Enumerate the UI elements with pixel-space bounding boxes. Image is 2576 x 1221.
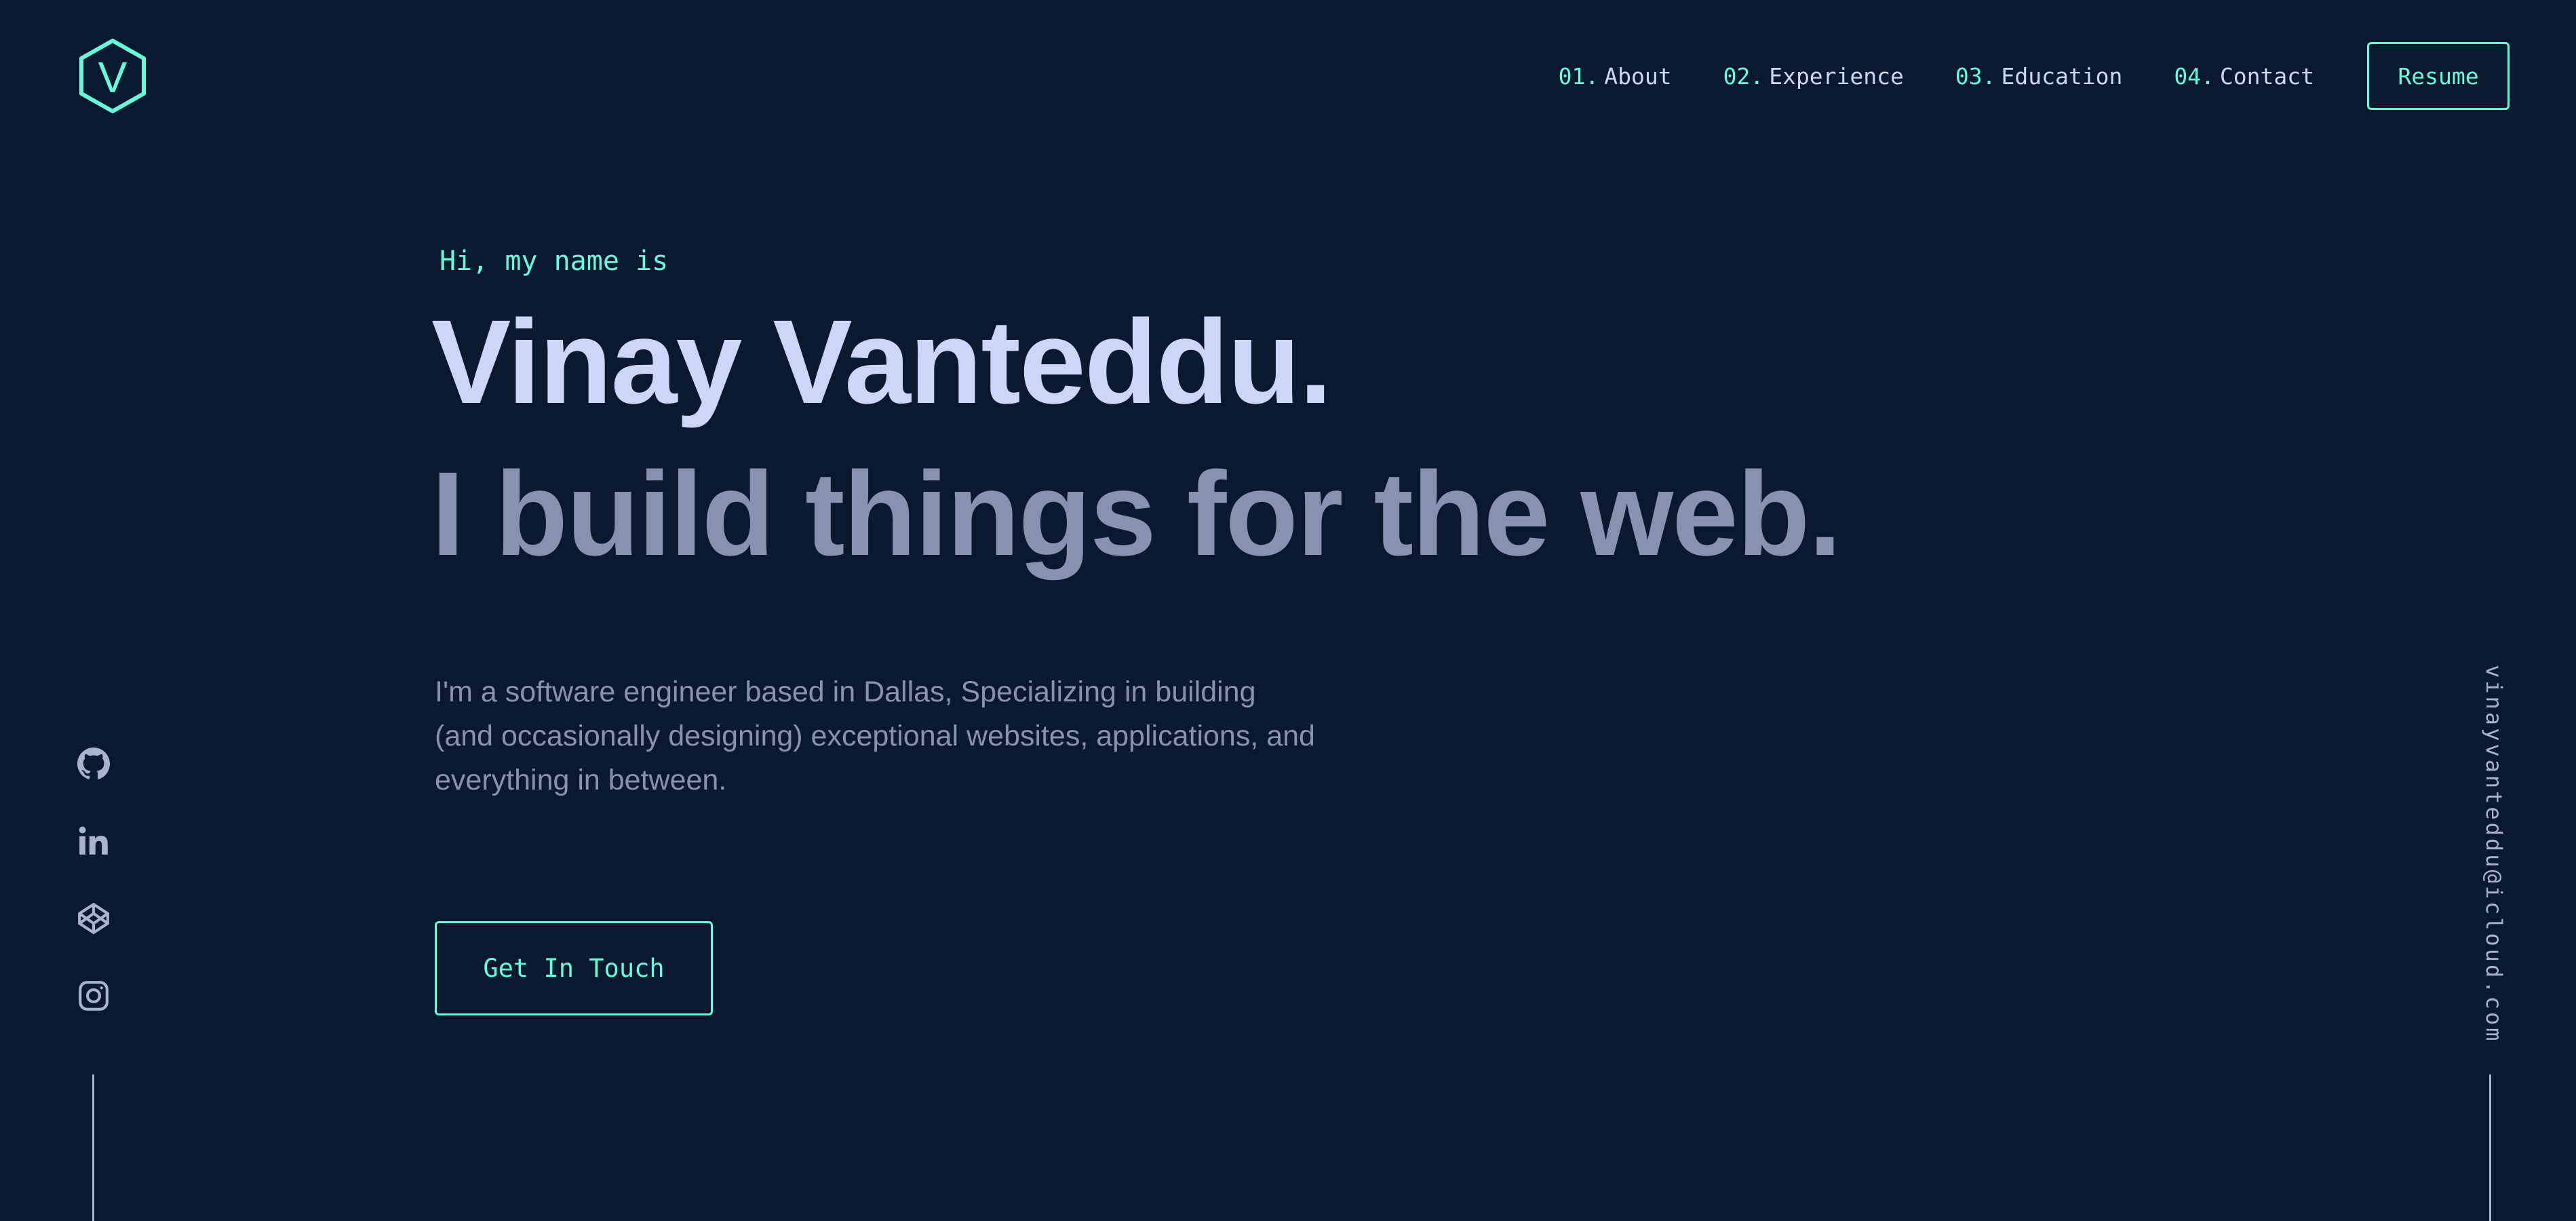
left-divider-line <box>92 1074 94 1221</box>
nav-item-label: About <box>1604 62 1672 90</box>
nav-item-experience[interactable]: 02. Experience <box>1723 63 1904 90</box>
nav-item-about[interactable]: 01. About <box>1559 63 1672 90</box>
nav-item-number: 01. <box>1558 62 1599 90</box>
nav-item-number: 03. <box>1955 62 1996 90</box>
linkedin-icon[interactable] <box>75 822 113 860</box>
nav-item-number: 04. <box>2174 62 2214 90</box>
nav-item-number: 02. <box>1723 62 1764 90</box>
email-link[interactable]: vinayvanteddu@icloud.com <box>2481 665 2507 1043</box>
logo-letter: V <box>98 53 128 102</box>
codepen-icon[interactable] <box>75 899 113 937</box>
nav-item-label: Contact <box>2219 62 2314 90</box>
hero-name: Vinay Vanteddu. <box>431 296 1332 429</box>
right-divider-line <box>2489 1074 2491 1221</box>
nav-item-label: Education <box>2001 62 2123 90</box>
get-in-touch-button[interactable]: Get In Touch <box>435 921 713 1015</box>
nav-item-contact[interactable]: 04. Contact <box>2174 63 2314 90</box>
hero-greeting: Hi, my name is <box>440 246 669 277</box>
resume-button[interactable]: Resume <box>2367 42 2510 110</box>
nav-item-label: Experience <box>1769 62 1904 90</box>
main-nav: 01. About 02. Experience 03. Education 04. C… <box>1559 42 2510 110</box>
logo-icon[interactable]: V <box>77 38 148 114</box>
portfolio-page: V 01. About 02. Experience 03. Education 04… <box>0 0 2576 1221</box>
social-links <box>73 745 114 1054</box>
github-icon[interactable] <box>75 745 113 783</box>
hero-tagline: I build things for the web. <box>431 448 1841 581</box>
instagram-icon[interactable] <box>75 977 113 1015</box>
nav-item-education[interactable]: 03. Education <box>1955 63 2122 90</box>
hero-description: I'm a software engineer based in Dallas,… <box>435 676 1315 796</box>
